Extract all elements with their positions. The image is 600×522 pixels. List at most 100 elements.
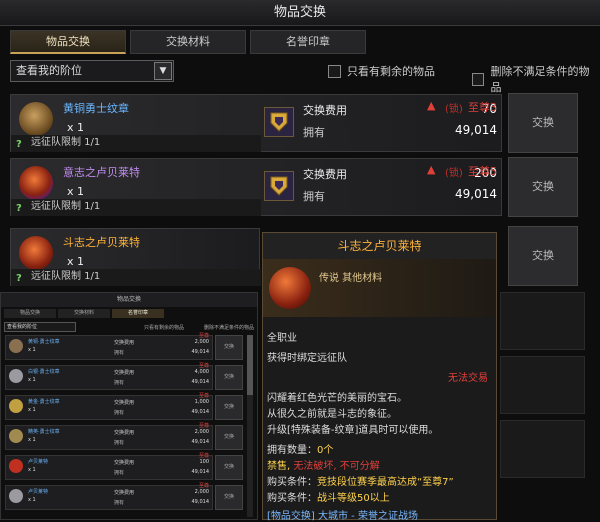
- mini-row-cost-label: 交换费用: [114, 340, 135, 346]
- mini-row-name: 黄铜·勇士纹章: [28, 339, 60, 345]
- mini-row-name: 卢贝莱特: [28, 489, 49, 495]
- mini-row: 黄铜·勇士纹章 x 1 交换费用 2,000 拥有 49,014 至尊: [5, 333, 213, 360]
- mini-row-qty: x 1: [28, 437, 36, 443]
- checkbox-box[interactable]: [472, 72, 485, 86]
- warning-icon: ▲: [427, 163, 436, 176]
- mini-exchange-button[interactable]: 交换: [215, 365, 243, 390]
- mini-tab[interactable]: 物品交换: [4, 309, 56, 318]
- owned-value: 49,014: [455, 187, 497, 201]
- condition-value: 战斗等级50以上: [317, 493, 390, 504]
- mini-checkbox[interactable]: 删除不满足条件的物品: [204, 324, 254, 331]
- tooltip-condition-2: 购买条件：战斗等级50以上: [267, 489, 390, 504]
- exchange-item-row: 意志之卢贝莱特 x 1 ? 远征队限制 1/1 交换费用 200 拥有 49,01…: [10, 158, 502, 216]
- question-icon: ?: [16, 273, 22, 284]
- tooltip-no-trade: 无法交易: [448, 373, 488, 384]
- mini-row-name: 卢贝莱特: [28, 459, 49, 465]
- lock-status: (锁): [445, 168, 463, 179]
- exchange-button[interactable]: 交换: [508, 93, 578, 153]
- tab-bar: 物品交换 交换材料 名誉印章: [10, 30, 595, 54]
- item-limit-text: 远征队限制 1/1: [31, 271, 101, 282]
- item-limit: ? 远征队限制 1/1: [11, 135, 261, 152]
- hide-unmet-label: 删除不满足条件的物品: [490, 65, 590, 94]
- mini-row-cost: 4,000: [194, 369, 209, 375]
- mini-row-qty: x 1: [28, 497, 36, 503]
- row-background: [500, 420, 585, 478]
- checkbox-box[interactable]: [328, 64, 341, 78]
- exchange-item-row: 黄铜勇士纹章 x 1 ? 远征队限制 1/1 交换费用 70 拥有 49,014 …: [10, 94, 502, 152]
- mini-scrollbar[interactable]: [247, 335, 253, 517]
- mini-checkbox[interactable]: 只看有剩余的物品: [144, 324, 184, 331]
- mini-row: 白银·勇士纹章 x 1 交换费用 4,000 拥有 49,014 至尊: [5, 363, 213, 390]
- mini-row-cost: 100: [199, 459, 209, 465]
- mini-row-name: 黄金·勇士纹章: [28, 399, 60, 405]
- mini-row-rank: 至尊: [198, 333, 209, 339]
- mini-row-have-label: 拥有: [114, 350, 125, 356]
- remaining-only-label: 只看有剩余的物品: [347, 65, 435, 78]
- honor-seal-icon: [264, 171, 294, 201]
- owned-label: 拥有: [303, 126, 325, 139]
- tab-item-exchange[interactable]: 物品交换: [10, 30, 126, 54]
- helmet-icon: [19, 102, 53, 136]
- filter-row: 查看我的阶位 ▼ 只看有剩余的物品 删除不满足条件的物品: [10, 60, 595, 94]
- tier-select[interactable]: 查看我的阶位 ▼: [10, 60, 174, 82]
- tab-exchange-materials[interactable]: 交换材料: [130, 30, 246, 54]
- tooltip-grade: 传说 其他材料: [319, 273, 383, 284]
- mini-row-cost: 2,000: [194, 489, 209, 495]
- emblem-icon: [9, 399, 23, 413]
- condition-value: 竞技段位赛季最高达成“至尊7”: [317, 477, 454, 488]
- mini-exchange-button[interactable]: 交换: [215, 485, 243, 510]
- mini-row-have-label: 拥有: [114, 470, 125, 476]
- owned-label: 拥有: [303, 190, 325, 203]
- mini-row-have: 49,014: [191, 379, 210, 385]
- restriction-1: 禁售,: [267, 461, 291, 472]
- mini-row-name: 精英·勇士纹章: [28, 429, 60, 435]
- chevron-down-icon[interactable]: ▼: [154, 62, 172, 80]
- hide-unmet-checkbox[interactable]: 删除不满足条件的物品: [472, 63, 595, 95]
- rank-requirement: 至尊3: [468, 101, 497, 114]
- tooltip-owned: 拥有数量：0个: [267, 441, 333, 456]
- mini-exchange-button[interactable]: 交换: [215, 335, 243, 360]
- exchange-button[interactable]: 交换: [508, 226, 578, 286]
- restriction-3: 不可分解: [339, 461, 380, 472]
- exchange-button[interactable]: 交换: [508, 157, 578, 217]
- tooltip-condition-1: 购买条件：竞技段位赛季最高达成“至尊7”: [267, 473, 454, 488]
- mini-row-rank: 至尊: [198, 423, 209, 429]
- mini-tab[interactable]: 名誉印章: [112, 309, 164, 318]
- remaining-only-checkbox[interactable]: 只看有剩余的物品: [328, 63, 435, 79]
- cost-label: 交换费用: [303, 168, 347, 181]
- emblem-icon: [9, 339, 23, 353]
- question-icon: ?: [16, 203, 22, 214]
- item-limit-text: 远征队限制 1/1: [31, 137, 101, 148]
- tier-select-value: 查看我的阶位: [16, 64, 82, 77]
- mini-select[interactable]: 查看我的阶位: [4, 322, 76, 332]
- mini-row: 卢贝莱特 x 1 交换费用 2,000 拥有 49,014 至尊: [5, 483, 213, 510]
- mini-exchange-button[interactable]: 交换: [215, 395, 243, 420]
- emblem-icon: [9, 369, 23, 383]
- mini-tab[interactable]: 交换材料: [58, 309, 110, 318]
- mini-row-rank: 至尊: [198, 483, 209, 489]
- tab-honor-seal[interactable]: 名誉印章: [250, 30, 366, 54]
- item-limit: ? 远征队限制 1/1: [11, 269, 261, 286]
- gem-icon: [269, 267, 311, 309]
- mini-row-cost-label: 交换费用: [114, 370, 135, 376]
- mini-row-have-label: 拥有: [114, 500, 125, 506]
- mini-scrollbar-thumb[interactable]: [247, 335, 253, 395]
- mini-row-cost-label: 交换费用: [114, 430, 135, 436]
- condition-label: 购买条件：: [267, 477, 317, 488]
- tooltip-desc-1: 闪耀着红色光芒的美丽的宝石。: [267, 393, 407, 404]
- gem-icon: [19, 236, 53, 270]
- lock-status: (锁): [445, 104, 463, 115]
- mini-exchange-button[interactable]: 交换: [215, 425, 243, 450]
- mini-exchange-button[interactable]: 交换: [215, 455, 243, 480]
- mini-row-qty: x 1: [28, 377, 36, 383]
- gem-icon: [9, 489, 23, 503]
- tooltip-class: 全职业: [267, 333, 297, 344]
- item-quantity: x 1: [67, 185, 85, 198]
- mini-row-cost-label: 交换费用: [114, 490, 135, 496]
- exchange-item-row: 斗志之卢贝莱特 x 1 ? 远征队限制 1/1: [10, 228, 261, 286]
- row-background: [500, 356, 585, 414]
- honor-seal-icon: [264, 107, 294, 137]
- mini-window: 物品交换 物品交换 交换材料 名誉印章 查看我的阶位 只看有剩余的物品 删除不满…: [0, 292, 258, 520]
- mini-row: 卢贝莱特 x 1 交换费用 100 拥有 49,014 至尊: [5, 453, 213, 480]
- mini-row-qty: x 1: [28, 467, 36, 473]
